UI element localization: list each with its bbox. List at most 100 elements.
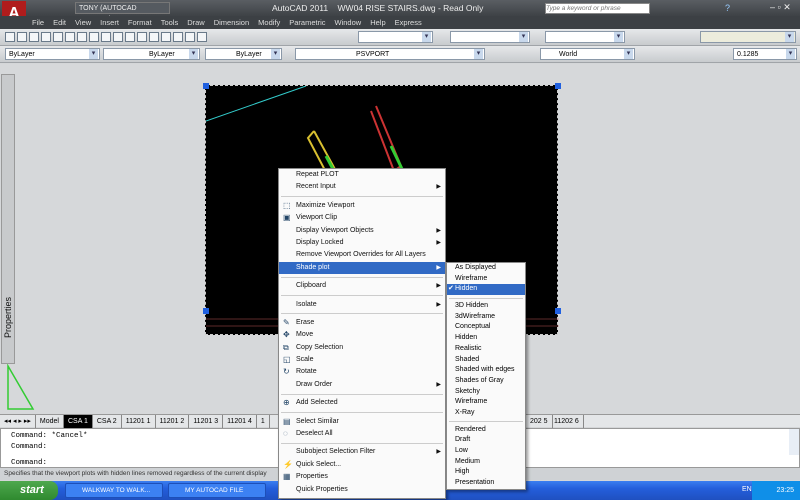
menu-help[interactable]: Help bbox=[370, 16, 385, 29]
copy-icon[interactable] bbox=[89, 32, 99, 42]
menu-item-draw-order[interactable]: Draw Order ▶ bbox=[279, 379, 445, 391]
match-icon[interactable] bbox=[113, 32, 123, 42]
shade-option-medium[interactable]: Medium bbox=[447, 457, 525, 468]
paste-icon[interactable] bbox=[101, 32, 111, 42]
shade-option-low[interactable]: Low bbox=[447, 446, 525, 457]
menu-item-display-viewport-objects[interactable]: Display Viewport Objects ▶ bbox=[279, 225, 445, 237]
command-input[interactable]: Command: bbox=[11, 459, 47, 467]
command-scrollbar[interactable] bbox=[789, 429, 799, 455]
menu-item-rotate[interactable]: ↻ Rotate bbox=[279, 366, 445, 378]
shade-option-3dwireframe[interactable]: 3dWireframe bbox=[447, 312, 525, 323]
visual-style-dropdown[interactable] bbox=[700, 31, 796, 43]
menu-item-subobject-selection-filter[interactable]: Subobject Selection Filter ▶ bbox=[279, 446, 445, 458]
shade-option-conceptual[interactable]: Conceptual bbox=[447, 322, 525, 333]
mleader-style-dropdown[interactable] bbox=[545, 31, 625, 43]
menu-item-maximize-viewport[interactable]: ⬚ Maximize Viewport bbox=[279, 200, 445, 212]
shade-option-shaded[interactable]: Shaded bbox=[447, 355, 525, 366]
menu-item-remove-viewport-overrides-for-all-layers[interactable]: Remove Viewport Overrides for All Layers bbox=[279, 249, 445, 261]
text-style-dropdown[interactable] bbox=[358, 31, 433, 43]
shade-option-presentation[interactable]: Presentation bbox=[447, 478, 525, 489]
tab-11202-5[interactable]: 202 5 bbox=[526, 415, 553, 428]
calc-icon[interactable] bbox=[197, 32, 207, 42]
menu-item-select-similar[interactable]: ▤ Select Similar bbox=[279, 416, 445, 428]
publish-icon[interactable] bbox=[65, 32, 75, 42]
menu-item-recent-input[interactable]: Recent Input ▶ bbox=[279, 181, 445, 193]
menu-item-quick-select[interactable]: ⚡ Quick Select... bbox=[279, 459, 445, 471]
start-button[interactable]: start bbox=[0, 481, 58, 500]
shade-option-3d-hidden[interactable]: 3D Hidden bbox=[447, 301, 525, 312]
ucs-dropdown[interactable]: World bbox=[540, 48, 635, 60]
menu-express[interactable]: Express bbox=[395, 16, 422, 29]
redo-icon[interactable] bbox=[137, 32, 147, 42]
shade-option-hidden[interactable]: Hidden bbox=[447, 333, 525, 344]
color-dropdown[interactable]: ByLayer bbox=[5, 48, 100, 60]
taskbar-item[interactable]: MY AUTOCAD FILE bbox=[168, 483, 266, 498]
menu-item-repeat-plot[interactable]: Repeat PLOT bbox=[279, 169, 445, 181]
shade-option-hidden[interactable]: ✔ Hidden bbox=[447, 284, 525, 296]
shade-option-wireframe[interactable]: Wireframe bbox=[447, 397, 525, 408]
shade-option-wireframe[interactable]: Wireframe bbox=[447, 274, 525, 285]
menu-item-properties[interactable]: ▦ Properties bbox=[279, 471, 445, 483]
search-input[interactable] bbox=[545, 3, 650, 14]
tab-11201-3[interactable]: 11201 3 bbox=[189, 415, 224, 428]
properties-palette[interactable]: Properties bbox=[1, 74, 15, 364]
help-icon[interactable]: ? bbox=[725, 3, 730, 13]
menu-dimension[interactable]: Dimension bbox=[214, 16, 249, 29]
tab-11201-2[interactable]: 11201 2 bbox=[156, 415, 190, 428]
menu-item-move[interactable]: ✥ Move bbox=[279, 329, 445, 341]
menu-view[interactable]: View bbox=[75, 16, 91, 29]
menu-item-quick-properties[interactable]: Quick Properties bbox=[279, 484, 445, 496]
shade-option-draft[interactable]: Draft bbox=[447, 435, 525, 446]
plot-icon[interactable] bbox=[41, 32, 51, 42]
shade-option-sketchy[interactable]: Sketchy bbox=[447, 387, 525, 398]
undo-icon[interactable] bbox=[125, 32, 135, 42]
shade-option-x-ray[interactable]: X-Ray bbox=[447, 408, 525, 419]
menu-item-clipboard[interactable]: Clipboard ▶ bbox=[279, 280, 445, 292]
viewport-scale-dropdown[interactable]: 0.1285 bbox=[733, 48, 797, 60]
shade-option-realistic[interactable]: Realistic bbox=[447, 344, 525, 355]
open-icon[interactable] bbox=[17, 32, 27, 42]
workspace-dropdown[interactable]: TONY (AUTOCAD CLASSIC) bbox=[75, 2, 170, 23]
language-indicator[interactable]: EN bbox=[742, 486, 752, 493]
shade-option-as-displayed[interactable]: As Displayed bbox=[447, 263, 525, 274]
menu-item-isolate[interactable]: Isolate ▶ bbox=[279, 299, 445, 311]
menu-item-deselect-all[interactable]: ◌ Deselect All bbox=[279, 428, 445, 440]
menu-item-viewport-clip[interactable]: ▣ Viewport Clip bbox=[279, 212, 445, 224]
menu-item-shade-plot[interactable]: Shade plot ▶ bbox=[279, 261, 445, 275]
viewport-grip[interactable] bbox=[555, 308, 561, 314]
menu-tools[interactable]: Tools bbox=[161, 16, 179, 29]
designcenter-icon[interactable] bbox=[185, 32, 195, 42]
shade-option-rendered[interactable]: Rendered bbox=[447, 425, 525, 436]
tab-csa2[interactable]: CSA 2 bbox=[93, 415, 122, 428]
pan-icon[interactable] bbox=[149, 32, 159, 42]
preview-icon[interactable] bbox=[53, 32, 63, 42]
tab-11202-6[interactable]: 11202 6 bbox=[550, 415, 584, 428]
menu-file[interactable]: File bbox=[32, 16, 44, 29]
menu-modify[interactable]: Modify bbox=[258, 16, 280, 29]
properties-icon[interactable] bbox=[173, 32, 183, 42]
tab-11201-1[interactable]: 11201 1 bbox=[122, 415, 156, 428]
shade-option-high[interactable]: High bbox=[447, 467, 525, 478]
viewport-grip[interactable] bbox=[203, 83, 209, 89]
taskbar-item[interactable]: WALKWAY TO WALK... bbox=[65, 483, 163, 498]
tab-11201-4[interactable]: 11201 4 bbox=[223, 415, 257, 428]
menu-item-add-selected[interactable]: ⊕ Add Selected bbox=[279, 397, 445, 409]
lineweight-dropdown[interactable]: ByLayer bbox=[205, 48, 282, 60]
menu-item-erase[interactable]: ✎ Erase bbox=[279, 317, 445, 329]
window-controls[interactable]: – ▫ ✕ bbox=[770, 2, 791, 13]
menu-item-scale[interactable]: ◱ Scale bbox=[279, 354, 445, 366]
viewport-grip[interactable] bbox=[203, 308, 209, 314]
viewport-grip[interactable] bbox=[555, 83, 561, 89]
cut-icon[interactable] bbox=[77, 32, 87, 42]
menu-item-display-locked[interactable]: Display Locked ▶ bbox=[279, 237, 445, 249]
menu-format[interactable]: Format bbox=[128, 16, 152, 29]
tab-csa1[interactable]: CSA 1 bbox=[64, 415, 93, 428]
menu-window[interactable]: Window bbox=[335, 16, 362, 29]
tab-nav[interactable]: ◂◂ ◂ ▸ ▸▸ bbox=[0, 415, 36, 428]
zoom-icon[interactable] bbox=[161, 32, 171, 42]
menu-insert[interactable]: Insert bbox=[100, 16, 119, 29]
save-icon[interactable] bbox=[29, 32, 39, 42]
menu-parametric[interactable]: Parametric bbox=[289, 16, 325, 29]
linetype-dropdown[interactable]: ByLayer bbox=[103, 48, 200, 60]
tab-model[interactable]: Model bbox=[36, 415, 64, 428]
